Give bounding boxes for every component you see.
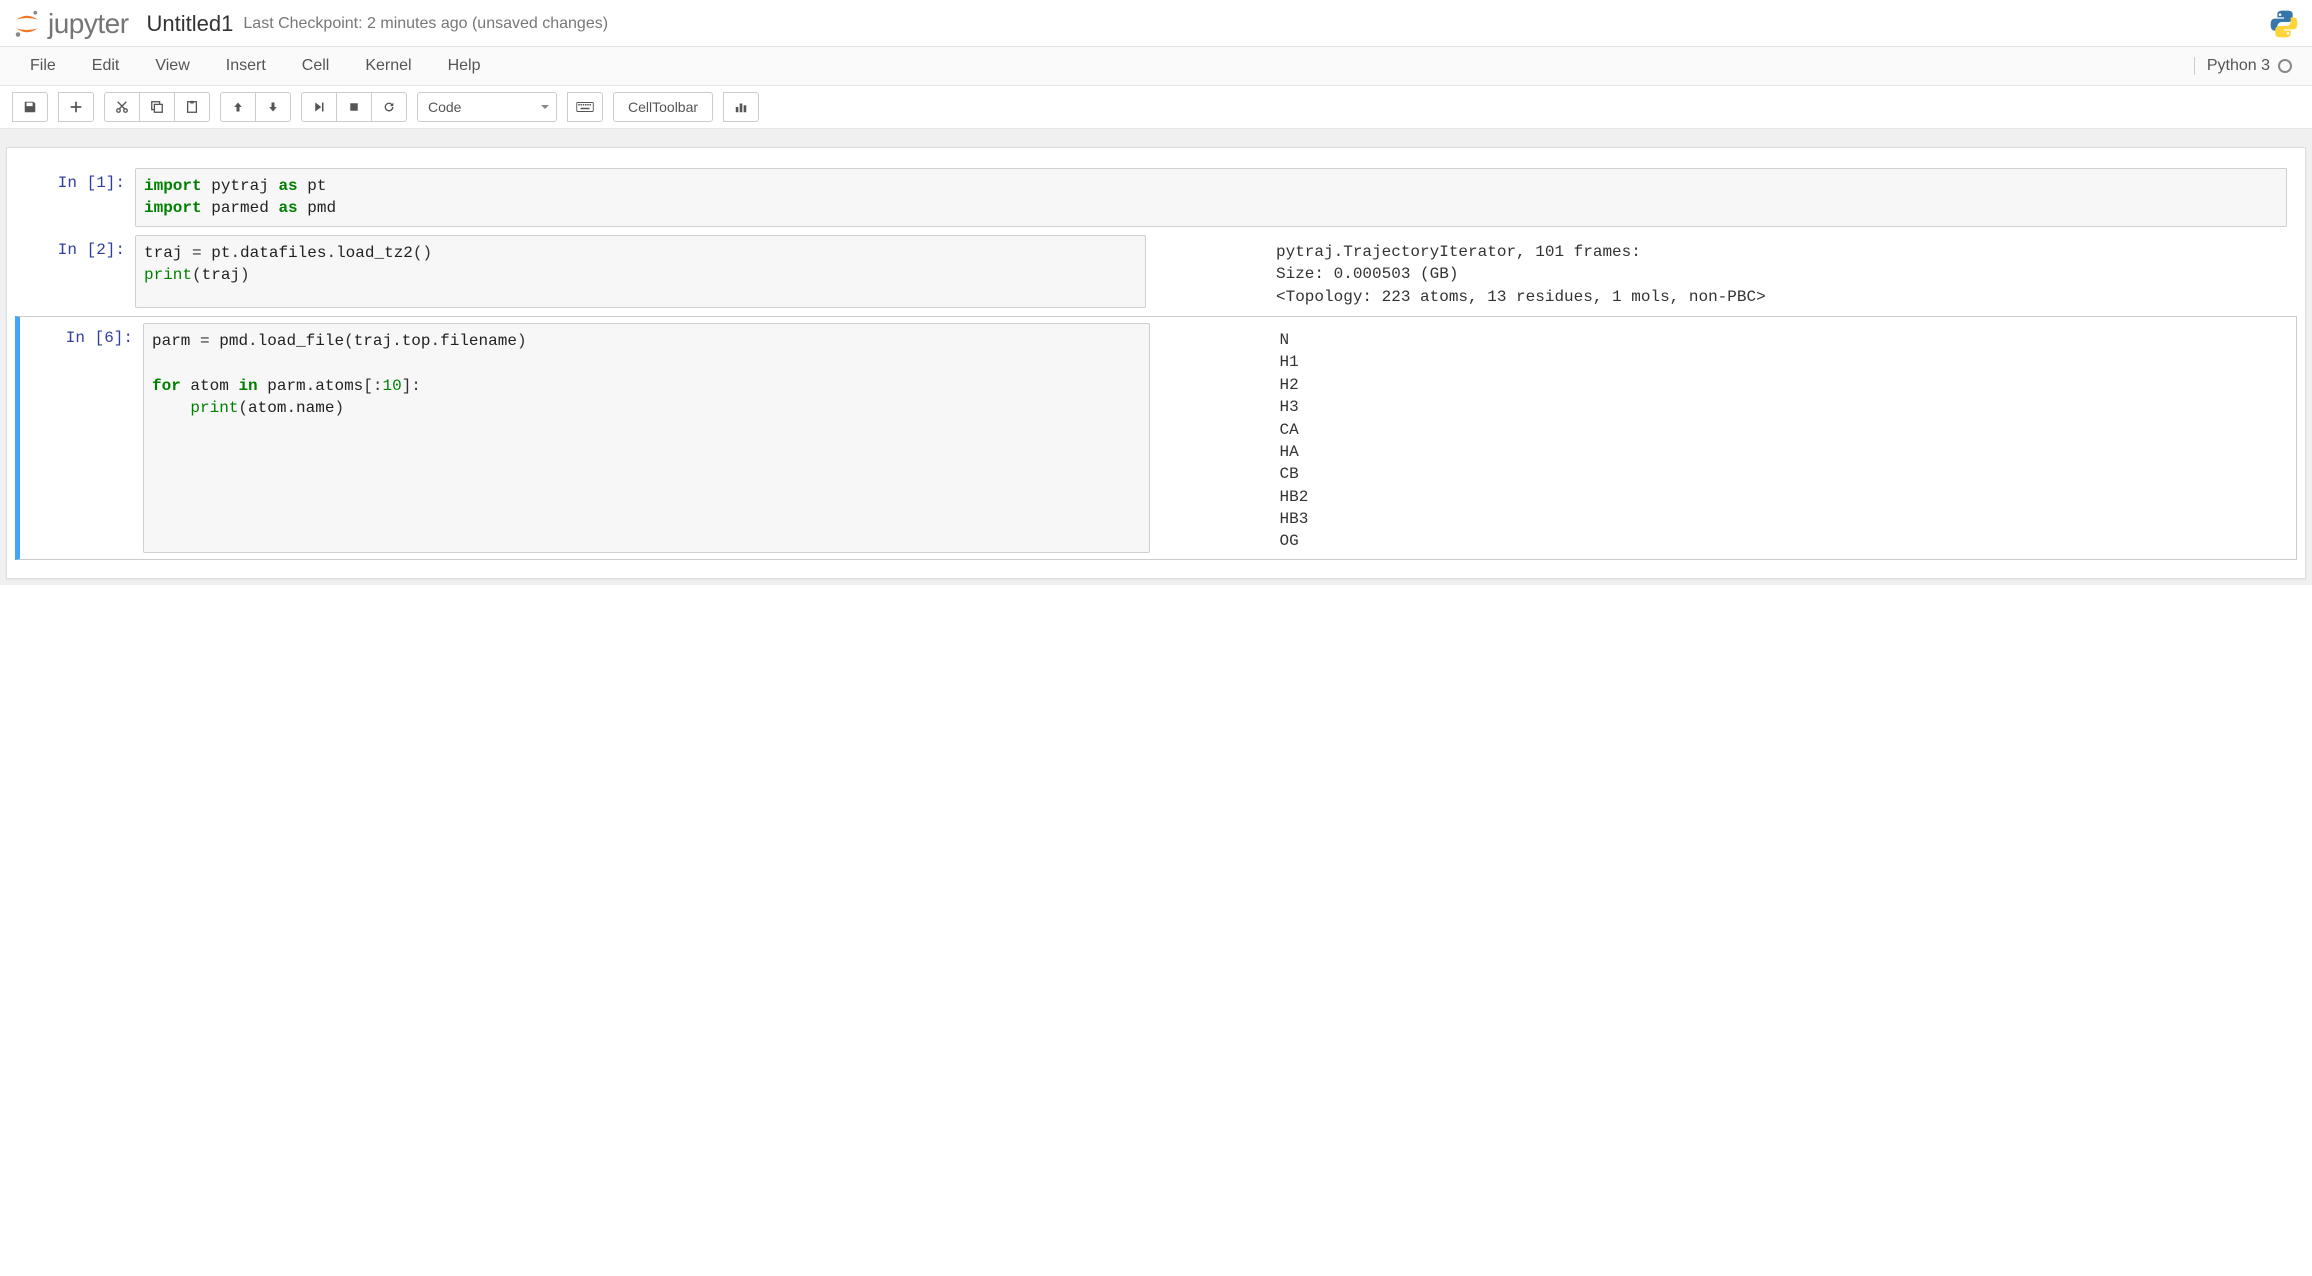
input-prompt: In [1]: [15,168,135,227]
move-up-button[interactable] [220,92,256,122]
restart-button[interactable] [371,92,407,122]
python-icon [2268,8,2300,40]
toolbar: Code CellToolbar [0,86,2312,129]
refresh-icon [382,100,396,114]
output-prompt [1156,235,1276,308]
cell-toolbar-button[interactable]: CellToolbar [613,92,713,122]
menu-view[interactable]: View [137,47,207,85]
kernel-name: Python 3 [2207,57,2270,75]
run-button[interactable] [301,92,337,122]
bar-chart-icon [734,100,748,114]
paste-icon [185,100,199,114]
interrupt-button[interactable] [336,92,372,122]
menu-help[interactable]: Help [430,47,499,85]
kernel-status-icon [2278,59,2292,73]
copy-button[interactable] [139,92,175,122]
output-prompt [1160,323,1280,553]
arrow-up-icon [232,101,244,113]
code-cell[interactable]: In [6]:parm = pmd.load_file(traj.top.fil… [15,316,2297,560]
notebook-container: In [1]:import pytraj as pt import parmed… [0,129,2312,585]
copy-icon [150,100,164,114]
code-content[interactable]: traj = pt.datafiles.load_tz2() print(tra… [144,242,1137,287]
menu-insert[interactable]: Insert [208,47,284,85]
jupyter-logo[interactable]: jupyter [12,8,129,40]
output-area: N H1 H2 H3 CA HA CB HB2 HB3 OG [1280,323,1309,553]
input-area[interactable]: import pytraj as pt import parmed as pmd [135,168,2287,227]
checkpoint-status: Last Checkpoint: 2 minutes ago (unsaved … [243,15,608,33]
menubar: FileEditViewInsertCellKernelHelp Python … [0,47,2312,86]
save-icon [23,100,37,114]
menu-file[interactable]: File [12,47,74,85]
menu-kernel[interactable]: Kernel [347,47,429,85]
input-area[interactable]: parm = pmd.load_file(traj.top.filename) … [143,323,1150,553]
arrow-down-icon [267,101,279,113]
command-palette-button[interactable] [567,92,603,122]
scissors-icon [115,100,129,114]
code-cell[interactable]: In [2]:traj = pt.datafiles.load_tz2() pr… [7,235,2305,308]
header: jupyter Untitled1 Last Checkpoint: 2 min… [0,0,2312,47]
add-cell-button[interactable] [58,92,94,122]
stop-icon [348,101,360,113]
output-area: pytraj.TrajectoryIterator, 101 frames: S… [1276,235,1766,308]
menu-edit[interactable]: Edit [74,47,138,85]
cell-type-select[interactable]: Code [417,92,557,122]
jupyter-icon [12,9,42,39]
paste-button[interactable] [174,92,210,122]
save-button[interactable] [12,92,48,122]
step-forward-icon [313,101,325,113]
code-content[interactable]: import pytraj as pt import parmed as pmd [144,175,2278,220]
notebook-name[interactable]: Untitled1 [147,11,234,37]
plus-icon [69,100,83,114]
code-content[interactable]: parm = pmd.load_file(traj.top.filename) … [152,330,1141,420]
input-prompt: In [6]: [23,323,143,553]
keyboard-icon [576,101,594,113]
kernel-indicator[interactable]: Python 3 [2194,57,2300,75]
move-down-button[interactable] [255,92,291,122]
cut-button[interactable] [104,92,140,122]
code-cell[interactable]: In [1]:import pytraj as pt import parmed… [7,168,2305,227]
input-prompt: In [2]: [15,235,135,308]
chart-button[interactable] [723,92,759,122]
input-area[interactable]: traj = pt.datafiles.load_tz2() print(tra… [135,235,1146,308]
jupyter-logo-text: jupyter [48,8,129,40]
notebook: In [1]:import pytraj as pt import parmed… [6,147,2306,579]
menu-cell[interactable]: Cell [284,47,348,85]
